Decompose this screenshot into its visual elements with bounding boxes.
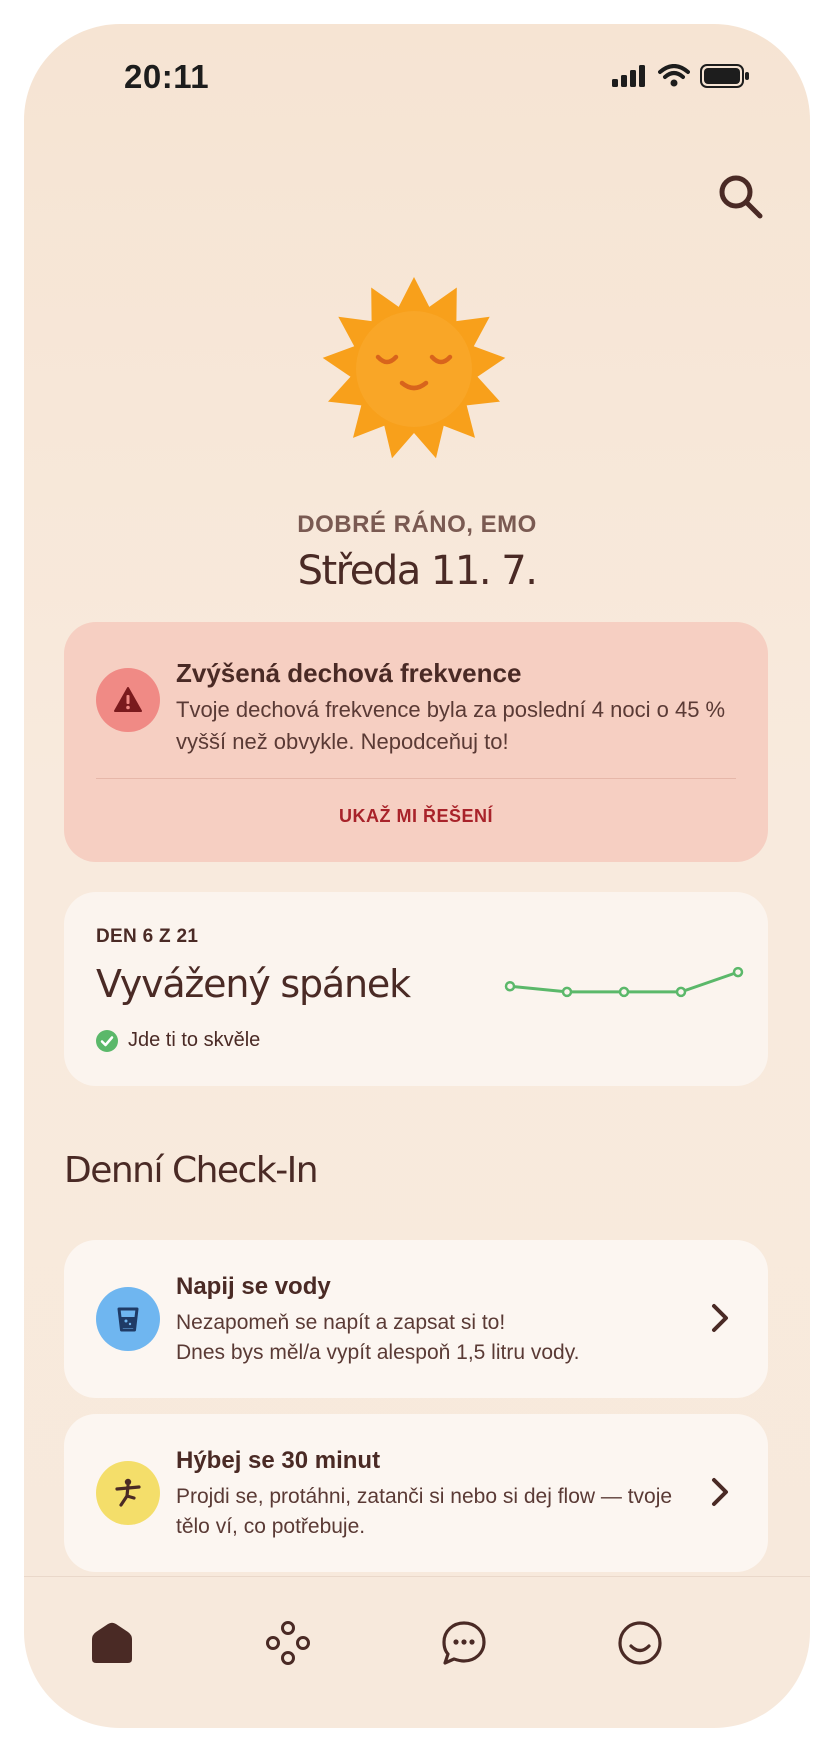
tab-chat[interactable] bbox=[436, 1615, 492, 1671]
chart-point bbox=[618, 986, 630, 998]
checkin-item-title: Napij se vody bbox=[176, 1273, 331, 1300]
bottom-tab-bar bbox=[24, 1576, 810, 1728]
dots-cluster-icon bbox=[266, 1621, 310, 1665]
alert-text: Tvoje dechová frekvence byla za poslední… bbox=[176, 697, 726, 754]
checkin-item-exercise[interactable]: Hýbej se 30 minut Projdi se, protáhni, z… bbox=[64, 1414, 768, 1572]
program-status: Jde ti to skvěle bbox=[96, 1029, 260, 1052]
checkin-item-text: Projdi se, protáhni, zatanči si nebo si … bbox=[176, 1485, 673, 1538]
tab-home[interactable] bbox=[84, 1615, 140, 1671]
chevron-right-icon bbox=[712, 1478, 728, 1506]
program-day-label: DEN 6 Z 21 bbox=[96, 926, 199, 947]
sun-mascot-icon bbox=[322, 277, 506, 459]
search-button[interactable] bbox=[714, 170, 770, 226]
tab-profile[interactable] bbox=[612, 1615, 668, 1671]
signal-icon bbox=[612, 65, 645, 87]
alert-card: Zvýšená dechová frekvence Tvoje dechová … bbox=[64, 622, 768, 862]
program-title: Vyvážený spánek bbox=[96, 962, 411, 1006]
status-time: 20:11 bbox=[124, 58, 210, 95]
program-card[interactable]: DEN 6 Z 21 Vyvážený spánek Jde ti to skv… bbox=[64, 892, 768, 1086]
greeting: DOBRÉ RÁNO, EMO bbox=[297, 511, 537, 538]
sleep-trend-chart bbox=[504, 966, 744, 998]
page-title-date: Středa 11. 7. bbox=[297, 548, 538, 594]
checkin-item-text: Nezapomeň se napít a zapsat si to! Dnes … bbox=[176, 1311, 580, 1364]
status-icons bbox=[612, 64, 750, 88]
show-solution-button[interactable]: UKAŽ MI ŘEŠENÍ bbox=[64, 806, 768, 827]
check-circle-icon bbox=[96, 1029, 118, 1052]
chat-bubble-icon bbox=[442, 1621, 486, 1665]
tab-programs[interactable] bbox=[260, 1615, 316, 1671]
warning-icon bbox=[96, 668, 160, 732]
water-glass-icon bbox=[96, 1287, 160, 1351]
checkin-item-water[interactable]: Napij se vody Nezapomeň se napít a zapsa… bbox=[64, 1240, 768, 1398]
battery-icon bbox=[700, 64, 749, 88]
chart-point bbox=[732, 966, 744, 978]
stretching-figure-icon bbox=[96, 1461, 160, 1525]
chart-point bbox=[504, 980, 516, 992]
chevron-right-icon bbox=[712, 1304, 728, 1332]
section-title: Denní Check-In bbox=[64, 1150, 319, 1191]
home-icon bbox=[92, 1622, 132, 1663]
alert-title: Zvýšená dechová frekvence bbox=[176, 658, 522, 688]
search-icon bbox=[719, 175, 763, 219]
smiley-face-icon bbox=[618, 1621, 662, 1665]
phone-screen: 20:11 DOBRÉ RÁNO, EMO Středa 11. 7. Zvýš… bbox=[24, 24, 810, 1728]
chart-point bbox=[561, 986, 573, 998]
divider bbox=[96, 778, 736, 779]
checkin-item-title: Hýbej se 30 minut bbox=[176, 1447, 381, 1474]
wifi-icon bbox=[658, 64, 690, 87]
chart-point bbox=[675, 986, 687, 998]
program-status-text: Jde ti to skvěle bbox=[128, 1029, 261, 1051]
